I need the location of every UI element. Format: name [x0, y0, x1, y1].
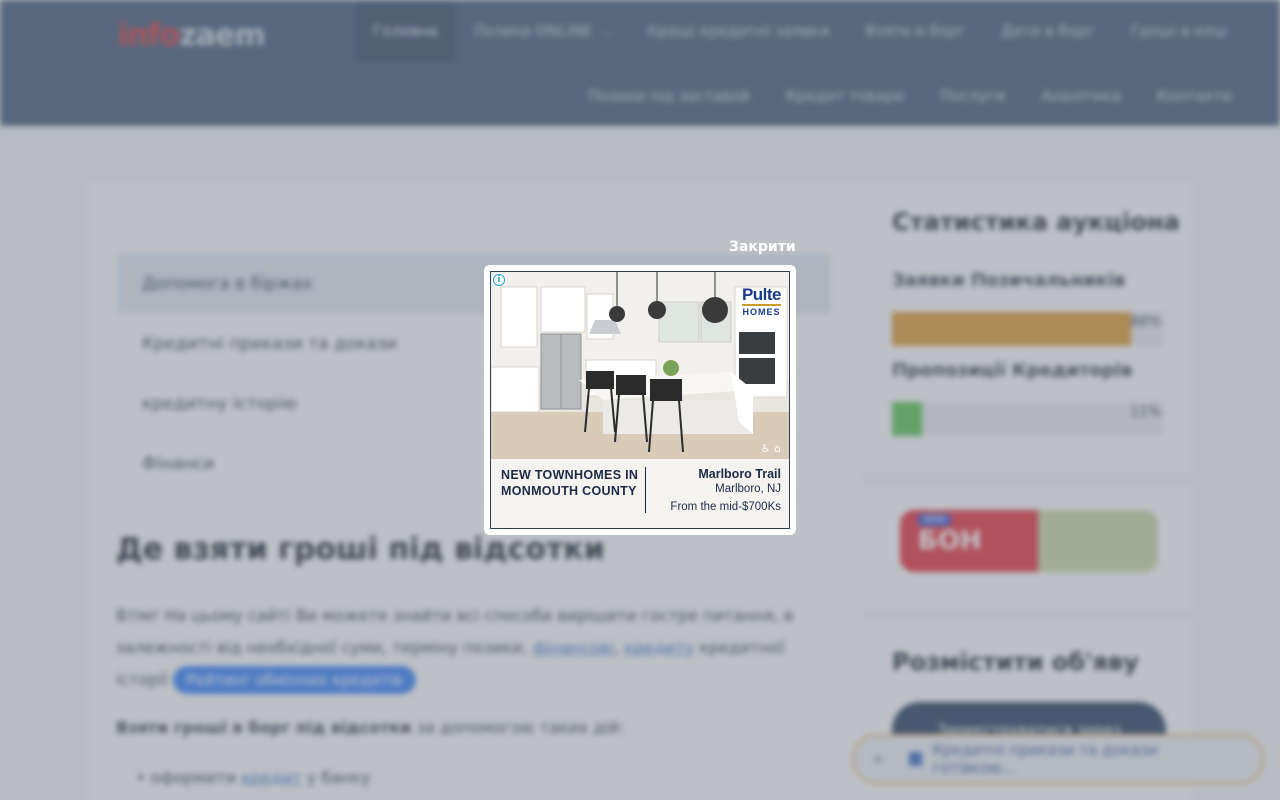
ad-headline: NEW TOWNHOMES IN MONMOUTH COUNTY — [501, 468, 639, 498]
logo-bar — [741, 304, 781, 306]
kitchen-photo: i Pulte HOMES ♿ ⌂ — [491, 272, 789, 459]
ad-location: Marlboro, NJ — [715, 483, 781, 495]
ad-footer: NEW TOWNHOMES IN MONMOUTH COUNTY Marlbor… — [491, 459, 789, 528]
ad-community: Marlboro Trail — [698, 467, 781, 481]
ad-price: From the mid-$700Ks — [670, 501, 781, 513]
brand-top: Pulte — [741, 285, 782, 304]
pulte-logo: Pulte HOMES — [741, 285, 782, 317]
ad-divider — [645, 467, 646, 513]
ad-details: Marlboro Trail Marlboro, NJ From the mid… — [670, 467, 781, 517]
close-ad-button[interactable]: Закрити — [729, 239, 796, 255]
ad-creative[interactable]: i Pulte HOMES ♿ ⌂ NEW TOWNHOMES IN MONMO… — [490, 271, 790, 529]
brand-bottom: HOMES — [742, 307, 781, 317]
ad-info-icon[interactable]: i — [493, 274, 505, 286]
ad-modal: i Pulte HOMES ♿ ⌂ NEW TOWNHOMES IN MONMO… — [484, 265, 796, 535]
accessibility-icons: ♿ ⌂ — [760, 442, 781, 455]
